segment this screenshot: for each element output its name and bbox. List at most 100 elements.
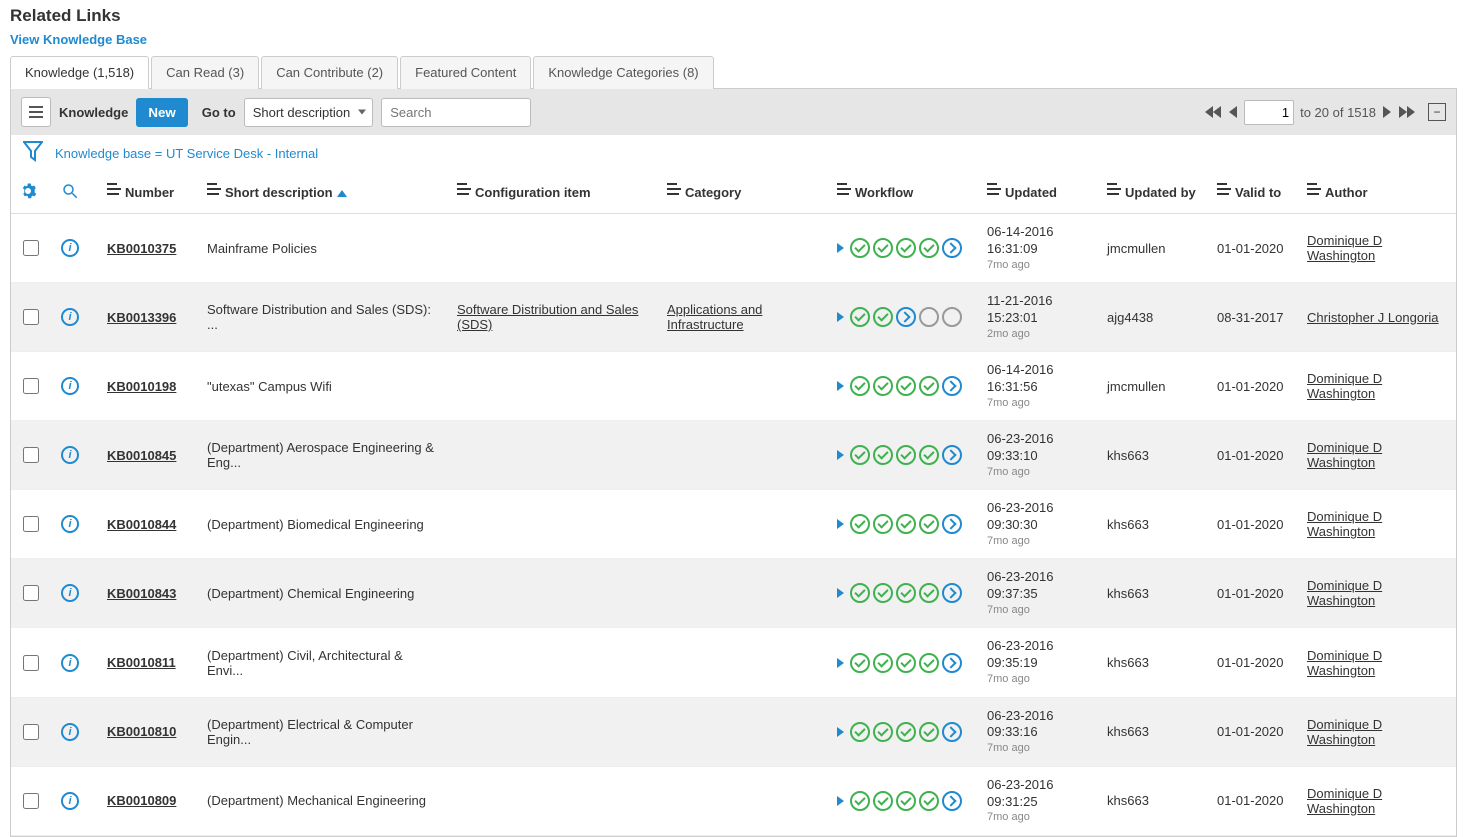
row-checkbox[interactable]	[23, 793, 39, 809]
workflow-step-grey-icon	[919, 307, 939, 327]
tab[interactable]: Can Read (3)	[151, 56, 259, 89]
author-link[interactable]: Dominique D Washington	[1307, 578, 1382, 608]
last-page-button[interactable]	[1398, 105, 1416, 119]
workflow-indicator	[837, 376, 971, 396]
workflow-step-green-icon	[919, 583, 939, 603]
filter-breadcrumb-link[interactable]: Knowledge base = UT Service Desk - Inter…	[55, 146, 318, 161]
kb-number-link[interactable]: KB0010809	[107, 793, 176, 808]
workflow-step-green-icon	[919, 376, 939, 396]
info-icon[interactable]: i	[61, 584, 79, 602]
kb-number-link[interactable]: KB0013396	[107, 310, 176, 325]
workflow-expand-icon[interactable]	[837, 727, 844, 737]
search-input[interactable]	[381, 98, 531, 127]
column-menu-icon	[107, 188, 121, 200]
tab[interactable]: Featured Content	[400, 56, 531, 89]
workflow-expand-icon[interactable]	[837, 658, 844, 668]
search-icon[interactable]	[61, 188, 79, 203]
collapse-button[interactable]: −	[1428, 103, 1446, 121]
workflow-expand-icon[interactable]	[837, 381, 844, 391]
prev-page-button[interactable]	[1228, 105, 1238, 119]
column-menu-icon	[987, 188, 1001, 200]
workflow-step-blue-icon	[942, 376, 962, 396]
row-checkbox[interactable]	[23, 240, 39, 256]
workflow-expand-icon[interactable]	[837, 312, 844, 322]
column-header-workflow[interactable]: Workflow	[829, 172, 979, 214]
author-link[interactable]: Christopher J Longoria	[1307, 310, 1439, 325]
column-header-short-description[interactable]: Short description	[199, 172, 449, 214]
author-link[interactable]: Dominique D Washington	[1307, 233, 1382, 263]
author-link[interactable]: Dominique D Washington	[1307, 717, 1382, 747]
list-panel: Knowledge New Go to Short description to…	[10, 89, 1457, 837]
author-link[interactable]: Dominique D Washington	[1307, 648, 1382, 678]
info-icon[interactable]: i	[61, 239, 79, 257]
workflow-expand-icon[interactable]	[837, 519, 844, 529]
config-item-link[interactable]: Software Distribution and Sales (SDS)	[457, 302, 638, 332]
info-icon[interactable]: i	[61, 446, 79, 464]
workflow-expand-icon[interactable]	[837, 588, 844, 598]
info-icon[interactable]: i	[61, 308, 79, 326]
author-link[interactable]: Dominique D Washington	[1307, 371, 1382, 401]
workflow-step-green-icon	[896, 583, 916, 603]
row-checkbox[interactable]	[23, 309, 39, 325]
kb-number-link[interactable]: KB0010843	[107, 586, 176, 601]
info-icon[interactable]: i	[61, 792, 79, 810]
view-knowledge-base-link[interactable]: View Knowledge Base	[10, 32, 147, 47]
workflow-step-green-icon	[850, 653, 870, 673]
related-links-title: Related Links	[0, 0, 1467, 32]
workflow-step-blue-icon	[942, 583, 962, 603]
row-checkbox[interactable]	[23, 585, 39, 601]
column-header-category[interactable]: Category	[659, 172, 829, 214]
row-checkbox[interactable]	[23, 655, 39, 671]
info-icon[interactable]: i	[61, 515, 79, 533]
column-header-config-item[interactable]: Configuration item	[449, 172, 659, 214]
workflow-expand-icon[interactable]	[837, 796, 844, 806]
column-menu-icon	[1217, 188, 1231, 200]
new-button[interactable]: New	[136, 98, 187, 127]
workflow-expand-icon[interactable]	[837, 243, 844, 253]
list-title: Knowledge	[59, 105, 128, 120]
column-menu-icon	[1307, 188, 1321, 200]
kb-number-link[interactable]: KB0010198	[107, 379, 176, 394]
row-checkbox[interactable]	[23, 447, 39, 463]
author-link[interactable]: Dominique D Washington	[1307, 786, 1382, 816]
column-header-number[interactable]: Number	[99, 172, 199, 214]
column-header-valid-to[interactable]: Valid to	[1209, 172, 1299, 214]
row-checkbox[interactable]	[23, 516, 39, 532]
row-checkbox[interactable]	[23, 378, 39, 394]
column-header-author[interactable]: Author	[1299, 172, 1456, 214]
workflow-expand-icon[interactable]	[837, 450, 844, 460]
goto-field-dropdown[interactable]: Short description	[244, 98, 374, 127]
author-link[interactable]: Dominique D Washington	[1307, 509, 1382, 539]
workflow-step-green-icon	[896, 514, 916, 534]
info-icon[interactable]: i	[61, 723, 79, 741]
kb-number-link[interactable]: KB0010810	[107, 724, 176, 739]
author-link[interactable]: Dominique D Washington	[1307, 440, 1382, 470]
table-row: iKB0010810(Department) Electrical & Comp…	[11, 697, 1456, 766]
workflow-indicator	[837, 445, 971, 465]
info-icon[interactable]: i	[61, 377, 79, 395]
next-page-button[interactable]	[1382, 105, 1392, 119]
column-header-updated-by[interactable]: Updated by	[1099, 172, 1209, 214]
filter-icon[interactable]	[23, 141, 43, 166]
tab[interactable]: Knowledge (1,518)	[10, 56, 149, 89]
workflow-step-green-icon	[896, 238, 916, 258]
row-checkbox[interactable]	[23, 724, 39, 740]
kb-number-link[interactable]: KB0010845	[107, 448, 176, 463]
kb-number-link[interactable]: KB0010811	[107, 655, 176, 670]
tab[interactable]: Can Contribute (2)	[261, 56, 398, 89]
kb-number-link[interactable]: KB0010375	[107, 241, 176, 256]
info-icon[interactable]: i	[61, 654, 79, 672]
gear-icon[interactable]	[19, 188, 37, 203]
category-link[interactable]: Applications and Infrastructure	[667, 302, 762, 332]
workflow-step-green-icon	[919, 791, 939, 811]
workflow-step-green-icon	[873, 653, 893, 673]
page-number-input[interactable]	[1244, 100, 1294, 125]
tab[interactable]: Knowledge Categories (8)	[533, 56, 713, 89]
short-description-cell: "utexas" Campus Wifi	[199, 352, 449, 421]
hamburger-menu-button[interactable]	[21, 97, 51, 127]
workflow-step-green-icon	[850, 307, 870, 327]
kb-number-link[interactable]: KB0010844	[107, 517, 176, 532]
column-header-updated[interactable]: Updated	[979, 172, 1099, 214]
workflow-step-green-icon	[919, 445, 939, 465]
first-page-button[interactable]	[1204, 105, 1222, 119]
